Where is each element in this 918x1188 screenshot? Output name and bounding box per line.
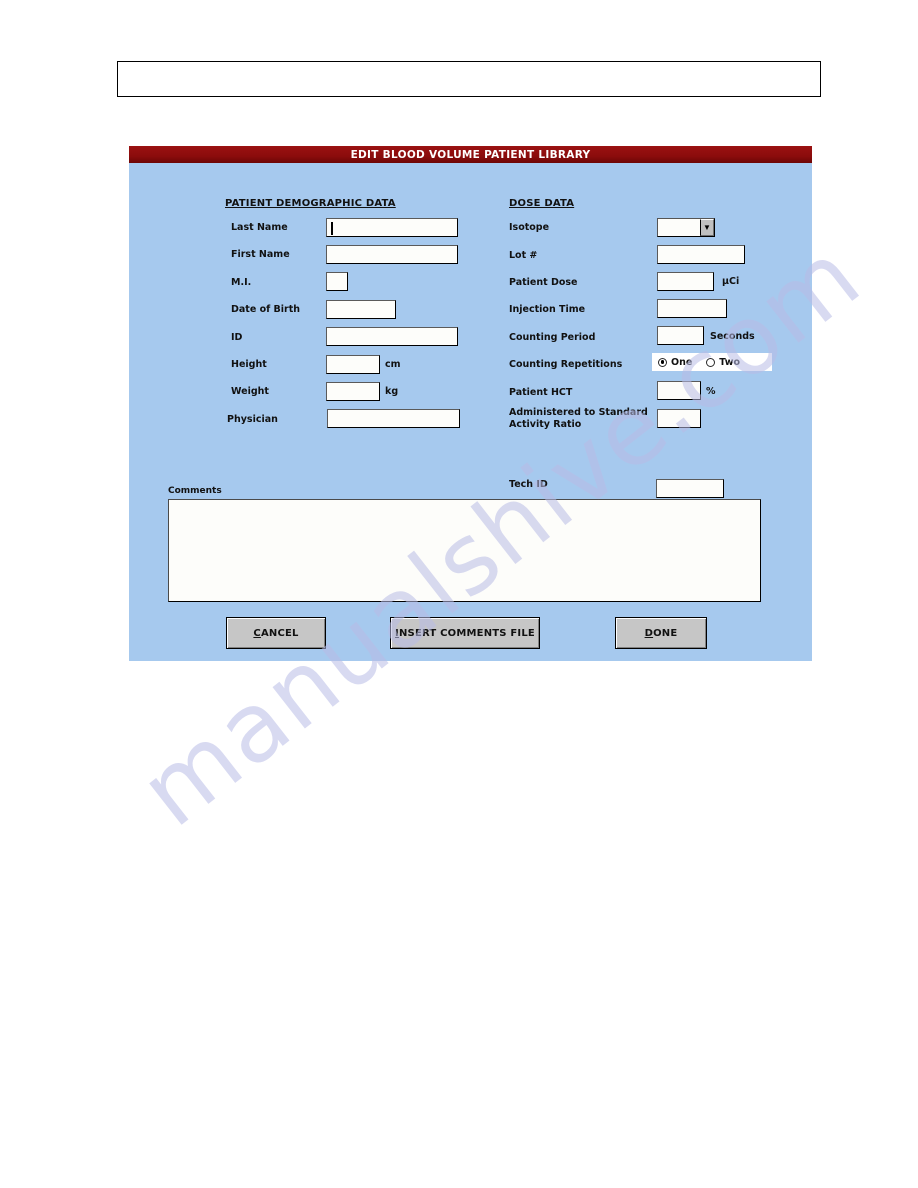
cancel-button-accel: C: [253, 627, 261, 639]
edit-blood-volume-patient-library-dialog: EDIT BLOOD VOLUME PATIENT LIBRARY PATIEN…: [129, 146, 812, 661]
chevron-down-icon[interactable]: ▼: [700, 219, 714, 236]
counting-period-label: Counting Period: [509, 332, 596, 343]
counting-repetitions-option-two-label: Two: [719, 356, 741, 368]
patient-hct-label: Patient HCT: [509, 387, 573, 398]
dialog-title-bar: EDIT BLOOD VOLUME PATIENT LIBRARY: [129, 146, 812, 163]
insert-comments-file-button[interactable]: INSERT COMMENTS FILE: [390, 617, 540, 649]
administered-standard-ratio-label-line1: Administered to Standard: [509, 407, 648, 418]
administered-standard-ratio-label-line2: Activity Ratio: [509, 419, 582, 430]
isotope-label: Isotope: [509, 222, 550, 233]
middle-initial-input[interactable]: [326, 272, 348, 291]
patient-id-label: ID: [231, 332, 243, 343]
cancel-button-label: ANCEL: [260, 627, 299, 639]
lot-number-label: Lot #: [509, 250, 538, 261]
patient-hct-input[interactable]: [657, 381, 701, 400]
done-button-accel: D: [644, 627, 654, 639]
dialog-title: EDIT BLOOD VOLUME PATIENT LIBRARY: [350, 148, 591, 161]
counting-period-input[interactable]: [657, 326, 704, 345]
last-name-input[interactable]: [326, 218, 458, 237]
weight-label: Weight: [231, 386, 269, 397]
injection-time-input[interactable]: [657, 299, 727, 318]
counting-repetitions-radio-group[interactable]: One Two: [652, 353, 772, 371]
injection-time-label: Injection Time: [509, 304, 586, 315]
patient-dose-input[interactable]: [657, 272, 714, 291]
height-input[interactable]: [326, 355, 380, 374]
counting-repetitions-option-one[interactable]: One: [658, 357, 692, 368]
text-cursor-icon: [331, 222, 333, 235]
isotope-select[interactable]: ▼: [657, 218, 715, 237]
page-header-box: [117, 61, 821, 97]
counting-repetitions-option-one-label: One: [671, 356, 693, 368]
middle-initial-label: M.I.: [231, 277, 252, 288]
counting-period-unit-label: Seconds: [710, 331, 755, 342]
insert-comments-file-button-label: NSERT COMMENTS FILE: [398, 627, 535, 639]
lot-number-input[interactable]: [657, 245, 745, 264]
physician-label: Physician: [227, 414, 278, 425]
patient-id-input[interactable]: [326, 327, 458, 346]
patient-demographic-data-heading: PATIENT DEMOGRAPHIC DATA: [225, 198, 396, 209]
patient-dose-label: Patient Dose: [509, 277, 578, 288]
weight-unit-label: kg: [385, 386, 399, 397]
comments-textarea[interactable]: [168, 499, 761, 602]
tech-id-label: Tech ID: [509, 479, 548, 490]
first-name-input[interactable]: [326, 245, 458, 264]
first-name-label: First Name: [231, 249, 290, 260]
physician-input[interactable]: [327, 409, 460, 428]
patient-dose-unit-label: µCi: [722, 276, 740, 287]
radio-selected-icon[interactable]: [658, 357, 667, 367]
administered-standard-ratio-input[interactable]: [657, 409, 701, 428]
date-of-birth-input[interactable]: [326, 300, 396, 319]
height-label: Height: [231, 359, 267, 370]
last-name-label: Last Name: [231, 222, 288, 233]
dose-data-heading: DOSE DATA: [509, 198, 575, 209]
height-unit-label: cm: [385, 359, 401, 370]
radio-unselected-icon[interactable]: [706, 357, 716, 367]
done-button-label: ONE: [653, 627, 678, 639]
tech-id-input[interactable]: [656, 479, 724, 498]
done-button[interactable]: DONE: [615, 617, 707, 649]
date-of-birth-label: Date of Birth: [231, 304, 301, 315]
weight-input[interactable]: [326, 382, 380, 401]
cancel-button[interactable]: CANCEL: [226, 617, 326, 649]
counting-repetitions-option-two[interactable]: Two: [706, 357, 740, 368]
comments-label: Comments: [168, 486, 222, 496]
patient-hct-unit-label: %: [706, 386, 716, 397]
counting-repetitions-label: Counting Repetitions: [509, 359, 623, 370]
